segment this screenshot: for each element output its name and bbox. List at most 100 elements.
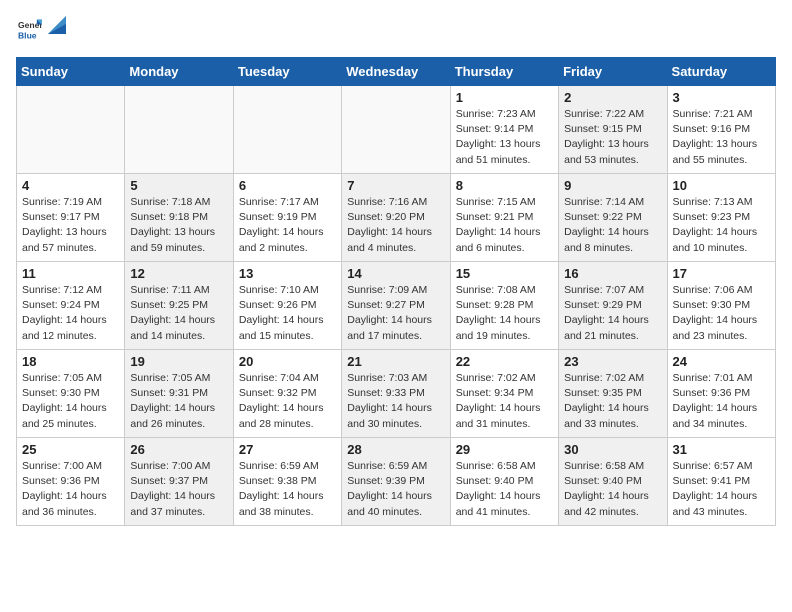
day-info: Sunrise: 7:13 AM Sunset: 9:23 PM Dayligh…: [673, 195, 770, 256]
calendar-cell: 22 Sunrise: 7:02 AM Sunset: 9:34 PM Dayli…: [450, 350, 558, 438]
calendar-cell: 27 Sunrise: 6:59 AM Sunset: 9:38 PM Dayli…: [233, 438, 341, 526]
calendar-cell: 3 Sunrise: 7:21 AM Sunset: 9:16 PM Daylig…: [667, 86, 775, 174]
logo-triangle-icon: [48, 16, 66, 34]
calendar-week-row: 11 Sunrise: 7:12 AM Sunset: 9:24 PM Dayli…: [17, 262, 776, 350]
day-number: 24: [673, 354, 770, 369]
day-number: 28: [347, 442, 444, 457]
day-number: 3: [673, 90, 770, 105]
day-number: 10: [673, 178, 770, 193]
day-number: 25: [22, 442, 119, 457]
calendar-cell: 10 Sunrise: 7:13 AM Sunset: 9:23 PM Dayli…: [667, 174, 775, 262]
calendar-week-row: 18 Sunrise: 7:05 AM Sunset: 9:30 PM Dayli…: [17, 350, 776, 438]
calendar-cell: 29Sunrise: 6:58 AM Sunset: 9:40 PM Dayli…: [450, 438, 558, 526]
calendar-cell: 26 Sunrise: 7:00 AM Sunset: 9:37 PM Dayli…: [125, 438, 233, 526]
day-info: Sunrise: 7:11 AM Sunset: 9:25 PM Dayligh…: [130, 283, 227, 344]
day-number: 17: [673, 266, 770, 281]
calendar-table: SundayMondayTuesdayWednesdayThursdayFrid…: [16, 57, 776, 526]
day-number: 11: [22, 266, 119, 281]
day-number: 6: [239, 178, 336, 193]
svg-text:Blue: Blue: [18, 30, 37, 40]
day-info: Sunrise: 6:58 AM Sunset: 9:40 PM Dayligh…: [456, 459, 553, 520]
day-number: 31: [673, 442, 770, 457]
calendar-cell: 19 Sunrise: 7:05 AM Sunset: 9:31 PM Dayli…: [125, 350, 233, 438]
logo: General Blue: [16, 16, 66, 45]
calendar-cell: 12 Sunrise: 7:11 AM Sunset: 9:25 PM Dayli…: [125, 262, 233, 350]
day-number: 30: [564, 442, 661, 457]
day-info: Sunrise: 6:59 AM Sunset: 9:38 PM Dayligh…: [239, 459, 336, 520]
day-number: 13: [239, 266, 336, 281]
day-number: 1: [456, 90, 553, 105]
day-number: 20: [239, 354, 336, 369]
day-info: Sunrise: 7:14 AM Sunset: 9:22 PM Dayligh…: [564, 195, 661, 256]
day-info: Sunrise: 7:10 AM Sunset: 9:26 PM Dayligh…: [239, 283, 336, 344]
day-info: Sunrise: 7:23 AM Sunset: 9:14 PM Dayligh…: [456, 107, 553, 168]
day-info: Sunrise: 7:00 AM Sunset: 9:36 PM Dayligh…: [22, 459, 119, 520]
day-info: Sunrise: 7:05 AM Sunset: 9:30 PM Dayligh…: [22, 371, 119, 432]
calendar-cell: [125, 86, 233, 174]
day-info: Sunrise: 7:01 AM Sunset: 9:36 PM Dayligh…: [673, 371, 770, 432]
day-info: Sunrise: 7:00 AM Sunset: 9:37 PM Dayligh…: [130, 459, 227, 520]
day-info: Sunrise: 7:18 AM Sunset: 9:18 PM Dayligh…: [130, 195, 227, 256]
calendar-cell: 1 Sunrise: 7:23 AM Sunset: 9:14 PM Daylig…: [450, 86, 558, 174]
calendar-cell: 13 Sunrise: 7:10 AM Sunset: 9:26 PM Dayli…: [233, 262, 341, 350]
day-number: 19: [130, 354, 227, 369]
calendar-cell: 20 Sunrise: 7:04 AM Sunset: 9:32 PM Dayli…: [233, 350, 341, 438]
day-info: Sunrise: 7:22 AM Sunset: 9:15 PM Dayligh…: [564, 107, 661, 168]
weekday-header-wednesday: Wednesday: [342, 58, 450, 86]
calendar-cell: 4Sunrise: 7:19 AM Sunset: 9:17 PM Daylig…: [17, 174, 125, 262]
weekday-header-friday: Friday: [559, 58, 667, 86]
day-info: Sunrise: 7:09 AM Sunset: 9:27 PM Dayligh…: [347, 283, 444, 344]
calendar-cell: 25 Sunrise: 7:00 AM Sunset: 9:36 PM Dayli…: [17, 438, 125, 526]
calendar-cell: 30 Sunrise: 6:58 AM Sunset: 9:40 PM Dayli…: [559, 438, 667, 526]
weekday-header-monday: Monday: [125, 58, 233, 86]
calendar-cell: 7 Sunrise: 7:16 AM Sunset: 9:20 PM Daylig…: [342, 174, 450, 262]
weekday-header-tuesday: Tuesday: [233, 58, 341, 86]
calendar-cell: 9 Sunrise: 7:14 AM Sunset: 9:22 PM Daylig…: [559, 174, 667, 262]
day-number: 2: [564, 90, 661, 105]
calendar-cell: 6 Sunrise: 7:17 AM Sunset: 9:19 PM Daylig…: [233, 174, 341, 262]
day-info: Sunrise: 7:12 AM Sunset: 9:24 PM Dayligh…: [22, 283, 119, 344]
calendar-cell: 24 Sunrise: 7:01 AM Sunset: 9:36 PM Dayli…: [667, 350, 775, 438]
calendar-cell: 5 Sunrise: 7:18 AM Sunset: 9:18 PM Daylig…: [125, 174, 233, 262]
logo-icon: General Blue: [18, 16, 42, 40]
calendar-week-row: 4Sunrise: 7:19 AM Sunset: 9:17 PM Daylig…: [17, 174, 776, 262]
day-number: 15: [456, 266, 553, 281]
day-info: Sunrise: 7:17 AM Sunset: 9:19 PM Dayligh…: [239, 195, 336, 256]
day-number: 9: [564, 178, 661, 193]
calendar-cell: [233, 86, 341, 174]
day-number: 23: [564, 354, 661, 369]
day-info: Sunrise: 6:59 AM Sunset: 9:39 PM Dayligh…: [347, 459, 444, 520]
day-info: Sunrise: 7:03 AM Sunset: 9:33 PM Dayligh…: [347, 371, 444, 432]
day-number: 8: [456, 178, 553, 193]
day-number: 18: [22, 354, 119, 369]
day-info: Sunrise: 7:21 AM Sunset: 9:16 PM Dayligh…: [673, 107, 770, 168]
weekday-header-row: SundayMondayTuesdayWednesdayThursdayFrid…: [17, 58, 776, 86]
day-number: 7: [347, 178, 444, 193]
calendar-cell: 16Sunrise: 7:07 AM Sunset: 9:29 PM Dayli…: [559, 262, 667, 350]
calendar-cell: 28 Sunrise: 6:59 AM Sunset: 9:39 PM Dayli…: [342, 438, 450, 526]
calendar-cell: 2 Sunrise: 7:22 AM Sunset: 9:15 PM Daylig…: [559, 86, 667, 174]
day-info: Sunrise: 7:16 AM Sunset: 9:20 PM Dayligh…: [347, 195, 444, 256]
day-info: Sunrise: 7:02 AM Sunset: 9:34 PM Dayligh…: [456, 371, 553, 432]
day-info: Sunrise: 7:05 AM Sunset: 9:31 PM Dayligh…: [130, 371, 227, 432]
day-info: Sunrise: 6:57 AM Sunset: 9:41 PM Dayligh…: [673, 459, 770, 520]
weekday-header-sunday: Sunday: [17, 58, 125, 86]
day-number: 5: [130, 178, 227, 193]
calendar-cell: 11 Sunrise: 7:12 AM Sunset: 9:24 PM Dayli…: [17, 262, 125, 350]
weekday-header-thursday: Thursday: [450, 58, 558, 86]
day-number: 22: [456, 354, 553, 369]
day-info: Sunrise: 7:08 AM Sunset: 9:28 PM Dayligh…: [456, 283, 553, 344]
day-number: 27: [239, 442, 336, 457]
calendar-week-row: 1 Sunrise: 7:23 AM Sunset: 9:14 PM Daylig…: [17, 86, 776, 174]
day-info: Sunrise: 6:58 AM Sunset: 9:40 PM Dayligh…: [564, 459, 661, 520]
calendar-cell: [17, 86, 125, 174]
day-info: Sunrise: 7:19 AM Sunset: 9:17 PM Dayligh…: [22, 195, 119, 256]
day-number: 26: [130, 442, 227, 457]
day-info: Sunrise: 7:02 AM Sunset: 9:35 PM Dayligh…: [564, 371, 661, 432]
day-number: 12: [130, 266, 227, 281]
day-info: Sunrise: 7:07 AM Sunset: 9:29 PM Dayligh…: [564, 283, 661, 344]
day-info: Sunrise: 7:04 AM Sunset: 9:32 PM Dayligh…: [239, 371, 336, 432]
calendar-cell: 14Sunrise: 7:09 AM Sunset: 9:27 PM Dayli…: [342, 262, 450, 350]
calendar-cell: 8Sunrise: 7:15 AM Sunset: 9:21 PM Daylig…: [450, 174, 558, 262]
calendar-cell: 18 Sunrise: 7:05 AM Sunset: 9:30 PM Dayli…: [17, 350, 125, 438]
